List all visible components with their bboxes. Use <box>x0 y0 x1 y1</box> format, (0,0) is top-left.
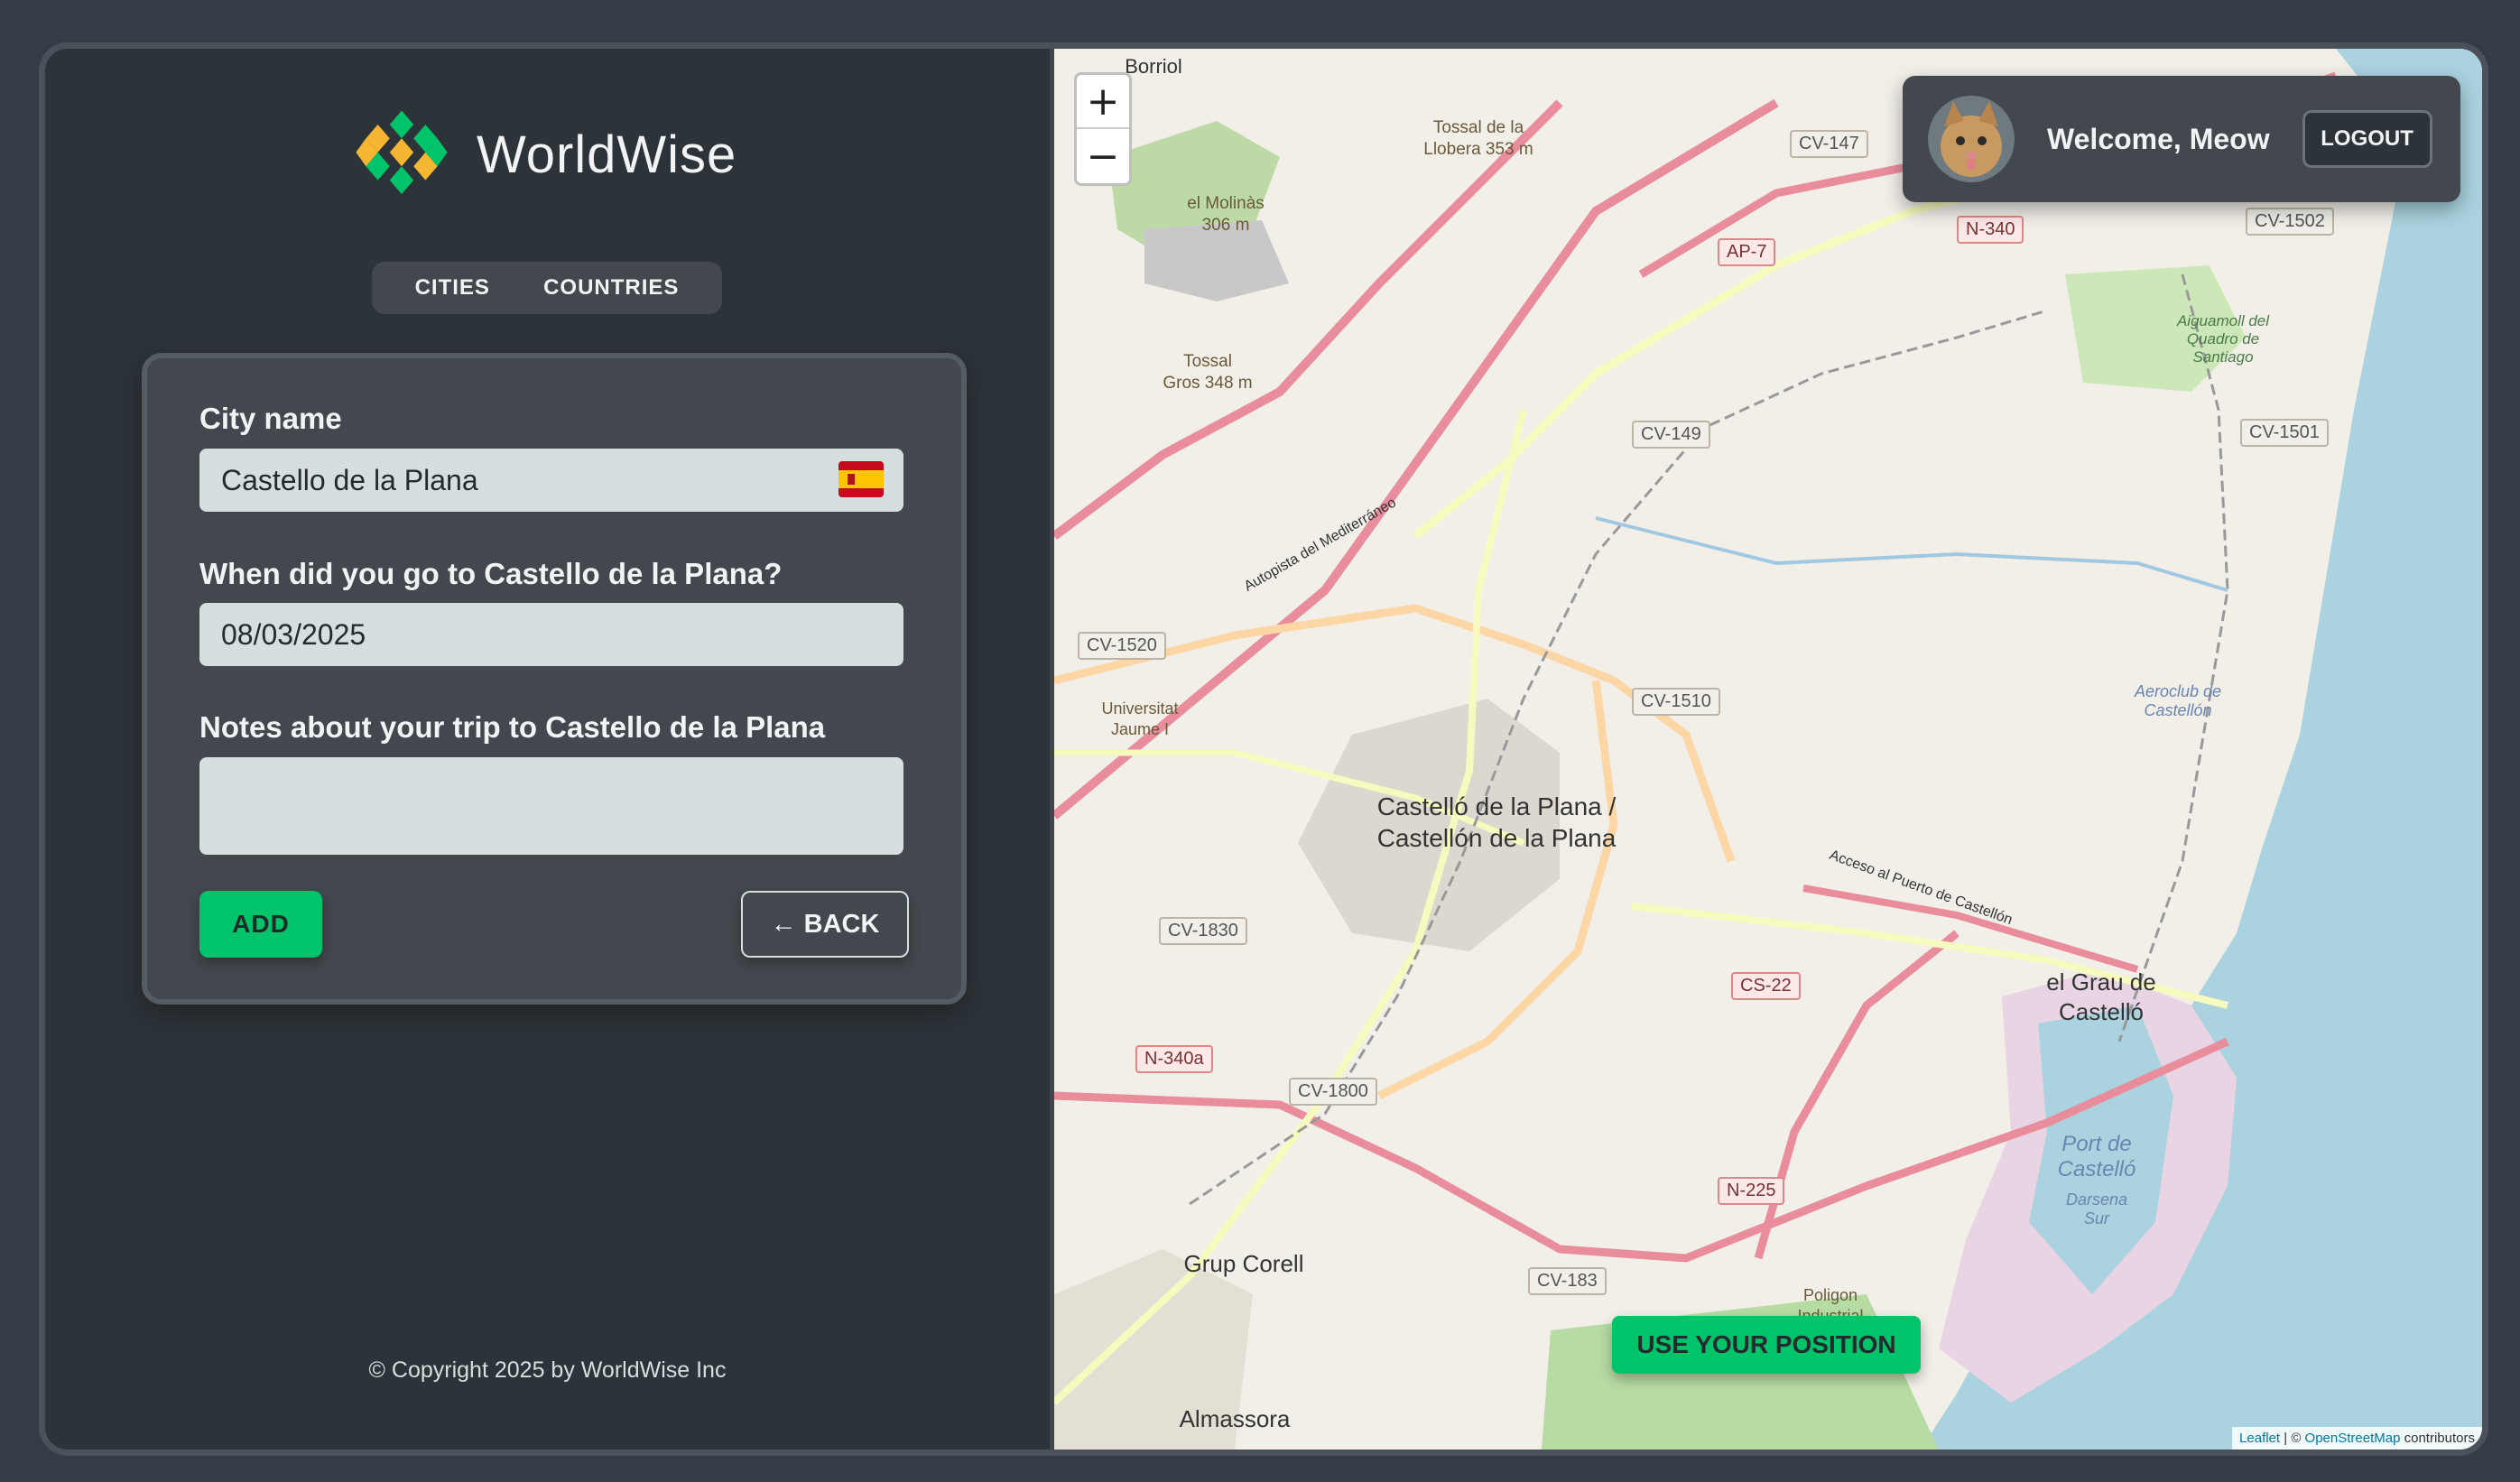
attribution-suffix: contributors <box>2404 1431 2475 1446</box>
copyright: © Copyright 2025 by WorldWise Inc <box>368 1357 727 1383</box>
use-position-button[interactable]: USE YOUR POSITION <box>1612 1316 1921 1374</box>
welcome-text: Welcome, Meow <box>2047 122 2270 155</box>
zoom-out-button[interactable]: − <box>1077 129 1129 183</box>
road-shield: N-340 <box>1957 216 2024 244</box>
avatar <box>1928 96 2015 182</box>
notes-textarea[interactable] <box>199 757 903 855</box>
app-window: WorldWise Cities Countries City name Cas… <box>39 42 2488 1456</box>
map-label-tossal-gros: Tossal Gros 348 m <box>1163 352 1253 393</box>
road-shield: AP-7 <box>1718 238 1776 266</box>
map-label-grup-corell: Grup Corell <box>1183 1250 1304 1277</box>
logo[interactable]: WorldWise <box>352 105 737 204</box>
city-name-label: City name <box>199 402 342 435</box>
road-shield: CV-1800 <box>1289 1078 1377 1106</box>
map-label-universitat: Universitat Jaume I <box>1101 699 1179 738</box>
city-name-input[interactable]: Castello de la Plana <box>199 449 903 512</box>
map-label-darsena: Darsena Sur <box>2065 1190 2128 1227</box>
map[interactable]: Castelló de la Plana / Castellón de la P… <box>1054 49 2482 1450</box>
map-label-aeroclub: Aeroclub de Castellón <box>2134 682 2222 719</box>
map-attribution: Leaflet | © OpenStreetMap contributors <box>2232 1427 2482 1450</box>
zoom-control: + − <box>1074 72 1132 186</box>
road-shield: CV-1510 <box>1632 688 1720 716</box>
date-input[interactable]: 08/03/2025 <box>199 603 903 666</box>
worldwise-logo-icon <box>354 107 449 202</box>
tab-countries[interactable]: Countries <box>543 275 679 301</box>
road-shield: CV-147 <box>1790 130 1868 158</box>
tab-cities[interactable]: Cities <box>415 275 490 301</box>
notes-label: Notes about your trip to Castello de la … <box>199 710 826 744</box>
city-name-value: Castello de la Plana <box>221 463 478 496</box>
logout-button[interactable]: LOGOUT <box>2302 110 2432 168</box>
user-panel: Welcome, Meow LOGOUT <box>1903 76 2460 202</box>
road-shield: CV-1520 <box>1078 632 1166 660</box>
sidebar: WorldWise Cities Countries City name Cas… <box>45 49 1054 1450</box>
map-label-almassora: Almassora <box>1179 1405 1291 1432</box>
road-shield: N-225 <box>1718 1177 1785 1205</box>
map-label-aiguamoll: Aiguamoll del Quadro de Santiago <box>2176 312 2270 366</box>
city-form: City name Castello de la Plana When did … <box>142 353 967 1005</box>
back-button[interactable]: ← BACK <box>741 891 909 958</box>
road-shield: CV-1501 <box>2240 419 2329 447</box>
map-label-molinas: el Molinàs 306 m <box>1187 194 1265 235</box>
app-nav: Cities Countries <box>372 262 722 314</box>
map-label-city: Castelló de la Plana / Castellón de la P… <box>1376 792 1617 852</box>
road-shield: N-340a <box>1135 1045 1213 1073</box>
zoom-in-button[interactable]: + <box>1077 75 1129 129</box>
road-shield: CV-1502 <box>2246 208 2334 236</box>
road-shield: CS-22 <box>1731 972 1801 1000</box>
app-name: WorldWise <box>477 125 737 184</box>
add-button[interactable]: ADD <box>199 891 322 958</box>
map-label-grau: el Grau de Castelló <box>2046 968 2156 1025</box>
road-shield: CV-149 <box>1632 421 1710 449</box>
map-label-llobera: Tossal de la Llobera 353 m <box>1423 118 1533 159</box>
road-shield: CV-183 <box>1528 1267 1607 1295</box>
road-shield: CV-1830 <box>1159 917 1247 945</box>
leaflet-link[interactable]: Leaflet <box>2239 1431 2280 1446</box>
osm-link[interactable]: OpenStreetMap <box>2305 1431 2401 1446</box>
date-value: 08/03/2025 <box>221 617 366 651</box>
spain-flag-icon <box>838 461 884 497</box>
date-label: When did you go to Castello de la Plana? <box>199 557 783 590</box>
cat-avatar-icon <box>1928 96 2015 182</box>
map-label-port: Port de Castelló <box>2057 1132 2136 1181</box>
